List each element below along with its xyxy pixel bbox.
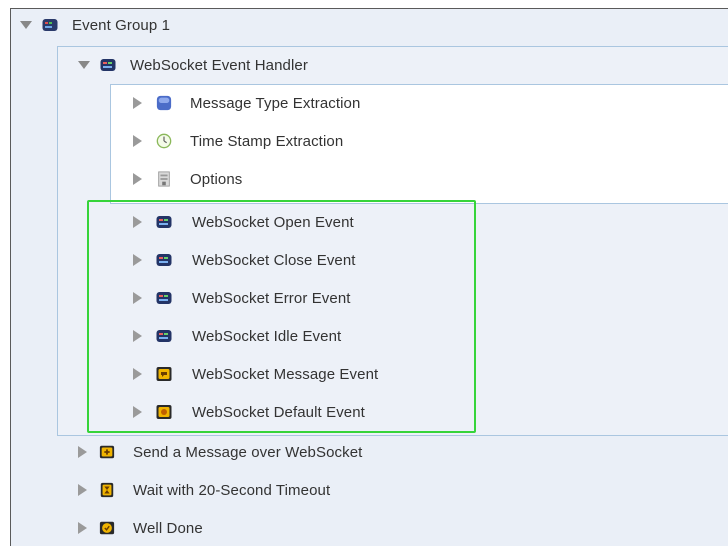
- tree-node-well-done[interactable]: Well Done: [78, 509, 203, 546]
- send-message-icon: [99, 444, 115, 460]
- tree-node-websocket-idle-event[interactable]: WebSocket Idle Event: [133, 317, 341, 355]
- expand-arrow-icon[interactable]: [78, 522, 87, 534]
- tree-node-label: Event Group 1: [72, 16, 171, 34]
- clock-icon: [156, 133, 172, 149]
- expand-arrow-icon[interactable]: [78, 446, 87, 458]
- tree-node-send-message[interactable]: Send a Message over WebSocket: [78, 433, 362, 471]
- tree-node-label: WebSocket Close Event: [192, 251, 356, 269]
- tree-node-label: Well Done: [133, 519, 203, 537]
- tree-node-label: Time Stamp Extraction: [190, 132, 344, 150]
- well-done-icon: [99, 520, 115, 536]
- tree-node-websocket-message-event[interactable]: WebSocket Message Event: [133, 355, 378, 393]
- expand-arrow-icon[interactable]: [78, 61, 90, 69]
- expand-arrow-icon[interactable]: [133, 216, 142, 228]
- tree-node-label: WebSocket Default Event: [192, 403, 365, 421]
- expand-arrow-icon[interactable]: [133, 173, 142, 185]
- tree-node-label: Message Type Extraction: [190, 94, 361, 112]
- tree-node-wait-timeout[interactable]: Wait with 20-Second Timeout: [78, 471, 330, 509]
- event-group-icon: [42, 17, 58, 33]
- tree-node-label: WebSocket Event Handler: [130, 56, 308, 74]
- expand-arrow-icon[interactable]: [133, 254, 142, 266]
- event-icon: [156, 214, 172, 230]
- tree-node-time-stamp-extraction[interactable]: Time Stamp Extraction: [133, 122, 343, 160]
- tree-node-event-group[interactable]: Event Group 1: [20, 6, 170, 44]
- tree-node-websocket-open-event[interactable]: WebSocket Open Event: [133, 203, 354, 241]
- expand-arrow-icon[interactable]: [133, 135, 142, 147]
- tree-node-message-type-extraction[interactable]: Message Type Extraction: [133, 84, 360, 122]
- tree-node-websocket-event-handler[interactable]: WebSocket Event Handler: [78, 46, 308, 84]
- event-icon: [156, 328, 172, 344]
- expand-arrow-icon[interactable]: [133, 406, 142, 418]
- message-event-icon: [156, 366, 172, 382]
- tree-node-label: Options: [190, 170, 243, 188]
- tree-node-label: Send a Message over WebSocket: [133, 443, 363, 461]
- tree-node-options[interactable]: Options: [133, 160, 242, 198]
- expand-arrow-icon[interactable]: [133, 330, 142, 342]
- wait-icon: [99, 482, 115, 498]
- expand-arrow-icon[interactable]: [20, 21, 32, 29]
- expand-arrow-icon[interactable]: [78, 484, 87, 496]
- event-icon: [156, 252, 172, 268]
- expand-arrow-icon[interactable]: [133, 368, 142, 380]
- event-icon: [156, 290, 172, 306]
- options-icon: [156, 171, 172, 187]
- tree-node-label: WebSocket Message Event: [192, 365, 379, 383]
- message-type-icon: [156, 95, 172, 111]
- tree-node-label: WebSocket Open Event: [192, 213, 354, 231]
- expand-arrow-icon[interactable]: [133, 97, 142, 109]
- expand-arrow-icon[interactable]: [133, 292, 142, 304]
- event-handler-icon: [100, 57, 116, 73]
- default-event-icon: [156, 404, 172, 420]
- tree-node-websocket-close-event[interactable]: WebSocket Close Event: [133, 241, 356, 279]
- tree-node-websocket-default-event[interactable]: WebSocket Default Event: [133, 393, 365, 431]
- tree-node-websocket-error-event[interactable]: WebSocket Error Event: [133, 279, 351, 317]
- tree-node-label: WebSocket Error Event: [192, 289, 351, 307]
- tree-node-label: WebSocket Idle Event: [192, 327, 342, 345]
- tree-node-label: Wait with 20-Second Timeout: [133, 481, 331, 499]
